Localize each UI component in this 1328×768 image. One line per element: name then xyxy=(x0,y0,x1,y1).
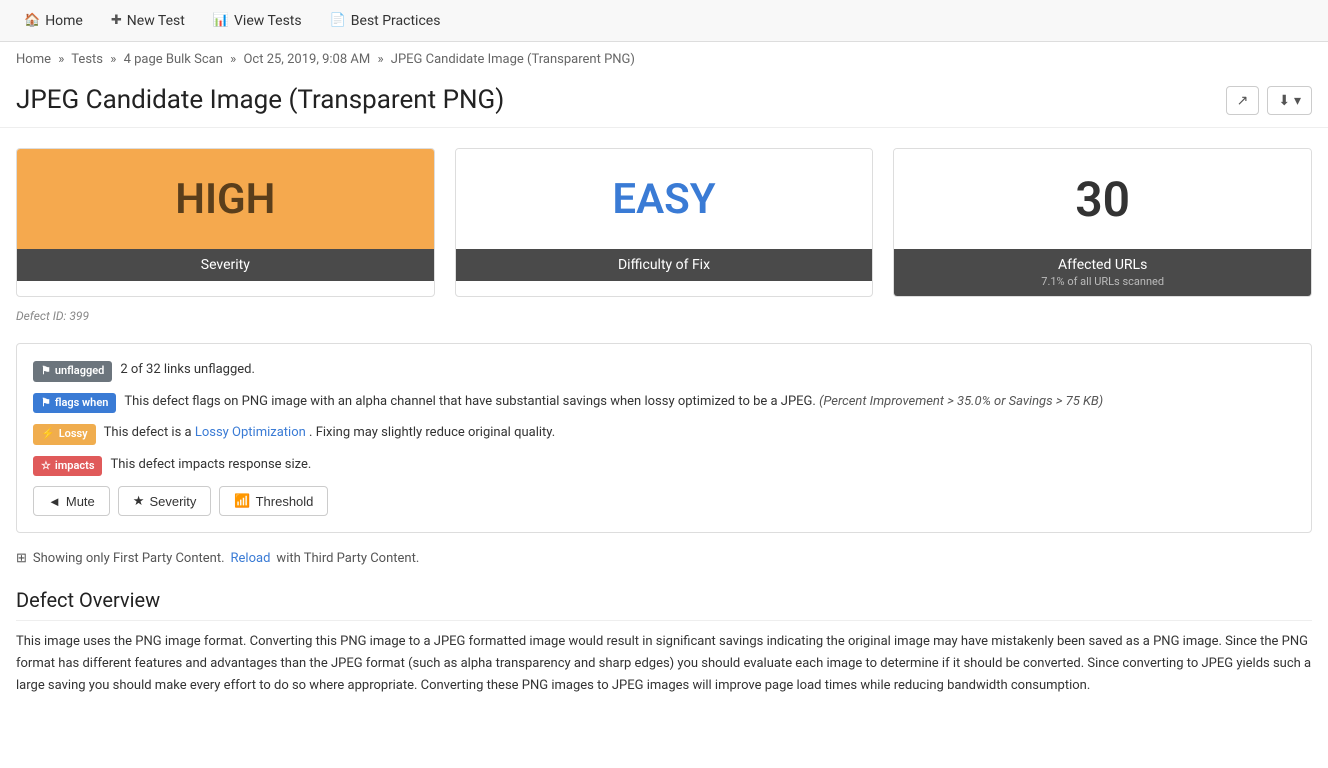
lossy-icon: ⚡ xyxy=(41,426,55,443)
mute-icon: ◄ xyxy=(48,494,61,509)
download-button[interactable]: ⬇ ▾ xyxy=(1267,86,1312,115)
difficulty-value: EASY xyxy=(456,149,873,249)
nav-new-test-label: New Test xyxy=(127,13,185,29)
affected-value: 30 xyxy=(894,149,1311,249)
impacts-row: ☆ impacts This defect impacts response s… xyxy=(33,455,1295,477)
flag-icon: ⚑ xyxy=(41,363,51,380)
overview-heading: Defect Overview xyxy=(16,588,1312,621)
flag2-icon: ⚑ xyxy=(41,395,51,412)
severity-value: HIGH xyxy=(17,149,434,249)
download-icon: ⬇ ▾ xyxy=(1278,92,1301,108)
flags-badge: ⚑ flags when xyxy=(33,393,116,414)
impacts-text: This defect impacts response size. xyxy=(110,455,311,475)
flags-text: This defect flags on PNG image with an a… xyxy=(124,392,1103,412)
threshold-button[interactable]: 📶 Threshold xyxy=(219,486,328,516)
nav-view-tests-label: View Tests xyxy=(234,13,302,29)
impacts-badge: ☆ impacts xyxy=(33,456,102,477)
affected-card: 30 Affected URLs 7.1% of all URLs scanne… xyxy=(893,148,1312,297)
defect-id: Defect ID: 399 xyxy=(0,305,1328,335)
reload-link[interactable]: Reload xyxy=(231,551,271,566)
header-actions: ↗ ⬇ ▾ xyxy=(1226,86,1312,115)
lossy-link[interactable]: Lossy Optimization xyxy=(195,425,306,440)
unflagged-text: 2 of 32 links unflagged. xyxy=(120,360,255,380)
unflagged-row: ⚑ unflagged 2 of 32 links unflagged. xyxy=(33,360,1295,382)
breadcrumb-scan[interactable]: 4 page Bulk Scan xyxy=(124,52,223,67)
difficulty-label: Difficulty of Fix xyxy=(456,249,873,281)
flags-row: ⚑ flags when This defect flags on PNG im… xyxy=(33,392,1295,414)
severity-button[interactable]: ★ Severity xyxy=(118,486,212,516)
severity-label: Severity xyxy=(17,249,434,281)
lossy-text: This defect is a Lossy Optimization . Fi… xyxy=(104,423,556,443)
affected-label: Affected URLs 7.1% of all URLs scanned xyxy=(894,249,1311,296)
nav-best-practices[interactable]: 📄 Best Practices xyxy=(318,7,453,35)
third-party-text-after: with Third Party Content. xyxy=(276,551,419,566)
third-party-bar: ⊞ Showing only First Party Content. Relo… xyxy=(0,541,1328,576)
share-button[interactable]: ↗ xyxy=(1226,86,1260,115)
nav-home-label: Home xyxy=(45,13,83,29)
breadcrumb-home[interactable]: Home xyxy=(16,52,51,67)
page-header: JPEG Candidate Image (Transparent PNG) ↗… xyxy=(0,77,1328,128)
breadcrumb: Home » Tests » 4 page Bulk Scan » Oct 25… xyxy=(0,42,1328,77)
grid-icon: ⊞ xyxy=(16,551,27,566)
affected-sub: 7.1% of all URLs scanned xyxy=(906,275,1299,288)
info-box: ⚑ unflagged 2 of 32 links unflagged. ⚑ f… xyxy=(16,343,1312,533)
lossy-badge: ⚡ Lossy xyxy=(33,424,96,445)
difficulty-card: EASY Difficulty of Fix xyxy=(455,148,874,297)
unflagged-badge: ⚑ unflagged xyxy=(33,361,112,382)
share-icon: ↗ xyxy=(1237,92,1249,108)
home-icon: 🏠 xyxy=(24,13,40,28)
page-title: JPEG Candidate Image (Transparent PNG) xyxy=(16,85,504,115)
nav-new-test[interactable]: ✚ New Test xyxy=(99,7,197,35)
plus-icon: ✚ xyxy=(111,13,122,28)
chart-icon: 📊 xyxy=(213,13,229,28)
doc-icon: 📄 xyxy=(330,13,346,28)
lossy-row: ⚡ Lossy This defect is a Lossy Optimizat… xyxy=(33,423,1295,445)
breadcrumb-current: JPEG Candidate Image (Transparent PNG) xyxy=(391,52,635,67)
severity-card: HIGH Severity xyxy=(16,148,435,297)
defect-overview: Defect Overview This image uses the PNG … xyxy=(0,576,1328,697)
nav-best-practices-label: Best Practices xyxy=(351,13,441,29)
third-party-text-before: Showing only First Party Content. xyxy=(33,551,225,566)
bar-icon: 📶 xyxy=(234,493,250,509)
star-icon: ☆ xyxy=(41,458,51,475)
star2-icon: ★ xyxy=(133,493,145,509)
breadcrumb-tests[interactable]: Tests xyxy=(71,52,103,67)
breadcrumb-date[interactable]: Oct 25, 2019, 9:08 AM xyxy=(243,52,370,67)
overview-body: This image uses the PNG image format. Co… xyxy=(16,631,1312,697)
nav-view-tests[interactable]: 📊 View Tests xyxy=(201,7,314,35)
action-buttons: ◄ Mute ★ Severity 📶 Threshold xyxy=(33,486,1295,516)
cards-row: HIGH Severity EASY Difficulty of Fix 30 … xyxy=(0,128,1328,305)
mute-button[interactable]: ◄ Mute xyxy=(33,486,110,516)
nav-bar: 🏠 Home ✚ New Test 📊 View Tests 📄 Best Pr… xyxy=(0,0,1328,42)
nav-home[interactable]: 🏠 Home xyxy=(12,7,95,35)
